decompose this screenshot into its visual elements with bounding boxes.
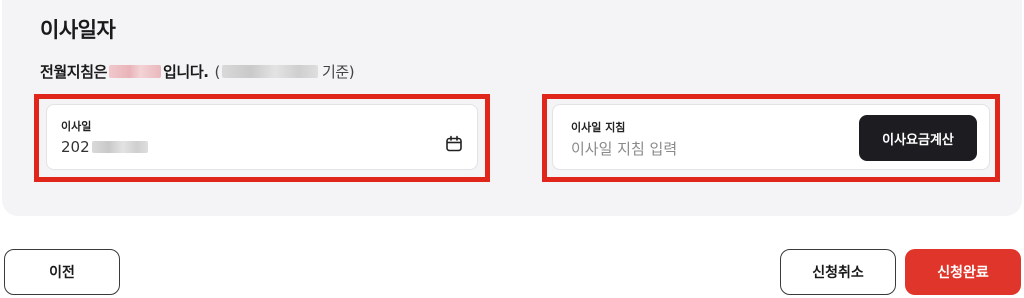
paren-open: (: [214, 62, 221, 81]
section-title: 이사일자: [40, 18, 116, 42]
basis-label: 기준): [321, 63, 355, 81]
calculate-fee-button[interactable]: 이사요금계산: [859, 115, 977, 161]
move-date-label: 이사일: [61, 120, 92, 133]
move-reading-field[interactable]: 이사일 지침 이사일 지침 입력 이사요금계산: [552, 104, 990, 170]
move-reading-label: 이사일 지침: [571, 121, 626, 134]
move-date-field[interactable]: 이사일 202: [46, 104, 478, 170]
notice-prefix: 전월지침은: [40, 63, 108, 81]
calendar-icon[interactable]: [445, 135, 463, 153]
cancel-application-button[interactable]: 신청취소: [780, 249, 896, 295]
redacted-date-value: [91, 141, 148, 153]
previous-reading-notice: 전월지침은 입니다. ( 기준): [40, 61, 355, 82]
redacted-reading: [109, 65, 162, 78]
move-reading-input[interactable]: 이사일 지침 입력: [571, 138, 677, 159]
move-date-value: 202: [61, 138, 148, 156]
move-date-year: 202: [61, 138, 90, 156]
notice-suffix: 입니다.: [163, 63, 209, 81]
prev-button[interactable]: 이전: [4, 249, 120, 295]
redacted-date: [221, 65, 318, 78]
complete-application-button[interactable]: 신청완료: [905, 249, 1021, 295]
move-date-section: 이사일자 전월지침은 입니다. ( 기준) 이사일 202 이사일 지침 이사일…: [2, 0, 1022, 216]
